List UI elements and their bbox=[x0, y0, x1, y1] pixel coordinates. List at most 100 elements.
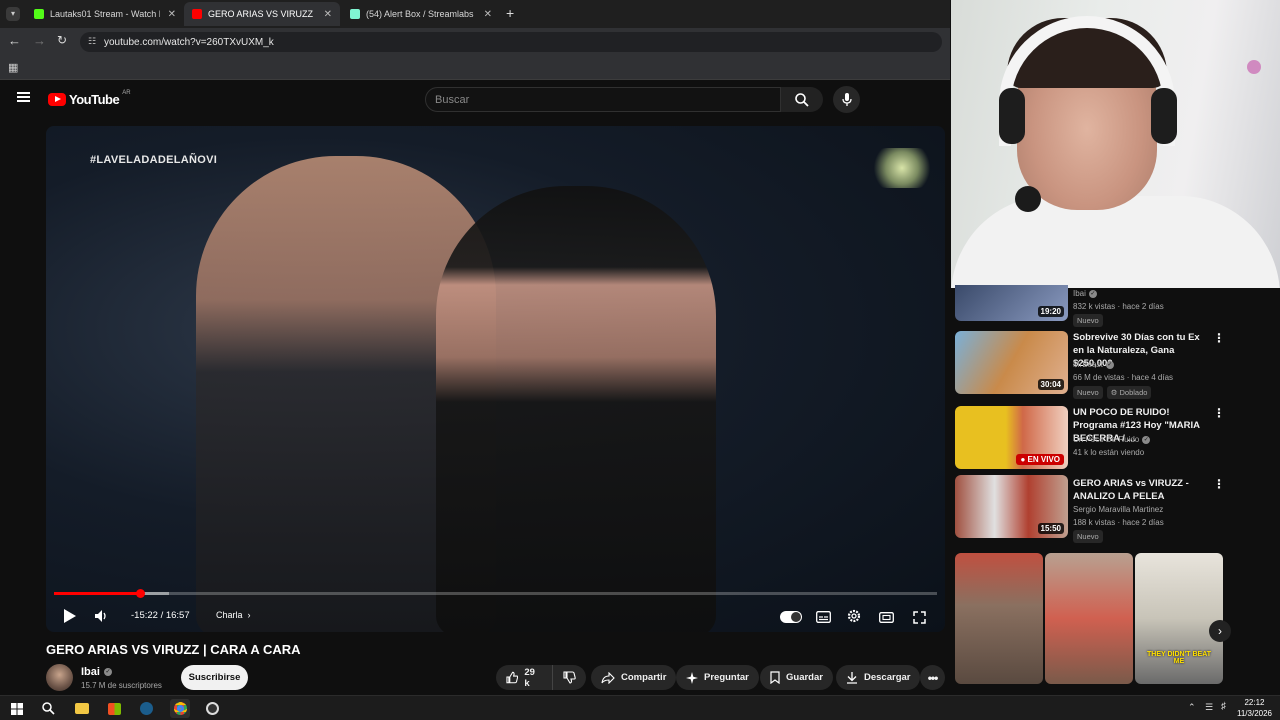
verified-icon: ✓ bbox=[103, 668, 112, 676]
shorts-next-button[interactable]: › bbox=[1209, 620, 1231, 642]
short-caption: THEY DIDN'T BEAT ME bbox=[1146, 651, 1212, 665]
tab-search-button[interactable]: ▾ bbox=[6, 7, 20, 21]
dubbed-label: Doblado bbox=[1119, 388, 1148, 397]
url-field[interactable]: ☷ youtube.com/watch?v=260TXvUXM_k bbox=[80, 32, 942, 52]
download-button[interactable]: Descargar bbox=[836, 665, 921, 690]
fullscreen-button[interactable] bbox=[911, 609, 927, 625]
progress-scrubber[interactable] bbox=[135, 589, 145, 598]
dislike-button[interactable] bbox=[552, 665, 586, 690]
recommendation-channel[interactable]: MrBeast ✓ bbox=[1073, 360, 1114, 369]
settings-button[interactable] bbox=[846, 608, 862, 624]
windows-start-icon[interactable] bbox=[8, 700, 25, 717]
thumbs-up-icon bbox=[506, 671, 519, 684]
bookmarks-bar: ▦ bbox=[0, 56, 950, 80]
channel-name: Ibai bbox=[81, 666, 100, 678]
verified-icon: ✓ bbox=[1088, 289, 1097, 298]
more-vertical-icon[interactable]: ⋮ bbox=[1213, 477, 1225, 491]
ask-button[interactable]: Preguntar bbox=[676, 665, 759, 690]
taskbar-clock[interactable]: 22:12 11/3/2026 bbox=[1237, 697, 1272, 719]
microphone-icon bbox=[841, 92, 852, 106]
duration-badge: 30:04 bbox=[1037, 379, 1064, 390]
voice-search-button[interactable] bbox=[833, 86, 860, 113]
short-thumbnail[interactable]: THEY DIDN'T BEAT ME bbox=[1135, 553, 1223, 684]
chrome-icon[interactable] bbox=[170, 699, 190, 718]
progress-bar[interactable] bbox=[54, 589, 937, 598]
autoplay-toggle[interactable] bbox=[780, 611, 802, 623]
recommendation-item[interactable]: 19:20 Ibai ✓ 832 k vistas · hace 2 días … bbox=[955, 285, 1275, 327]
streamlabs-favicon-icon bbox=[350, 9, 360, 19]
download-label: Descargar bbox=[864, 672, 911, 683]
close-tab-icon[interactable]: ✕ bbox=[168, 9, 176, 20]
channel-avatar[interactable] bbox=[46, 664, 73, 691]
volume-button[interactable] bbox=[93, 608, 109, 624]
more-vertical-icon[interactable]: ⋮ bbox=[1213, 406, 1225, 420]
recommendation-badges: Nuevo ⚙ Doblado bbox=[1073, 386, 1152, 399]
clock-date: 11/3/2026 bbox=[1237, 709, 1272, 718]
webcam-overlay bbox=[951, 0, 1280, 288]
headset-earcup-left bbox=[999, 88, 1025, 144]
search-placeholder: Buscar bbox=[435, 93, 470, 106]
speaker-icon[interactable]: ♯ bbox=[1221, 701, 1226, 712]
reload-icon[interactable]: ↻ bbox=[57, 33, 67, 47]
channel-name: MrBeast bbox=[1073, 360, 1103, 369]
menu-icon[interactable] bbox=[17, 92, 30, 102]
progress-played bbox=[54, 592, 140, 595]
recommendation-thumbnail[interactable]: 19:20 bbox=[955, 285, 1068, 321]
recommendation-meta: 41 k lo están viendo bbox=[1073, 448, 1145, 457]
new-tab-icon[interactable]: + bbox=[506, 5, 514, 21]
save-button[interactable]: Guardar bbox=[760, 665, 833, 690]
obs-icon[interactable] bbox=[204, 700, 221, 717]
apps-grid-icon[interactable]: ▦ bbox=[8, 61, 18, 74]
recommendation-title[interactable]: GERO ARIAS vs VIRUZZ - ANALIZO LA PELEA bbox=[1073, 477, 1211, 503]
recommendation-thumbnail[interactable]: 30:04 bbox=[955, 331, 1068, 394]
recommendation-channel[interactable]: Sergio Maravilla Martinez bbox=[1073, 505, 1163, 514]
browser-tab-youtube[interactable]: GERO ARIAS VS VIRUZZ | CARA ✕ bbox=[184, 2, 340, 26]
short-thumbnail[interactable] bbox=[955, 553, 1043, 684]
subtitles-button[interactable] bbox=[815, 609, 831, 625]
short-thumbnail[interactable] bbox=[1045, 553, 1133, 684]
close-tab-icon[interactable]: ✕ bbox=[324, 9, 332, 20]
video-frame-person-right bbox=[436, 186, 716, 632]
like-button[interactable]: 29 k bbox=[496, 665, 552, 690]
recommendation-thumbnail[interactable]: 15:50 bbox=[955, 475, 1068, 538]
channel-name-link[interactable]: Ibai ✓ bbox=[81, 666, 112, 678]
search-input[interactable]: Buscar bbox=[425, 87, 781, 112]
more-vertical-icon[interactable]: ⋮ bbox=[1213, 331, 1225, 345]
video-player[interactable]: #LAVELADADELAÑOVI -15:22 / 16:57 Charla … bbox=[46, 126, 945, 632]
volume-icon bbox=[95, 610, 106, 622]
recommendation-channel[interactable]: Un Poco De Ruido ✓ bbox=[1073, 435, 1151, 444]
forward-icon[interactable]: → bbox=[33, 33, 46, 48]
recommendation-item[interactable]: 30:04 Sobrevive 30 Días con tu Ex en la … bbox=[955, 331, 1275, 399]
youtube-logo[interactable]: YouTube AR bbox=[48, 90, 131, 107]
file-explorer-icon[interactable] bbox=[73, 700, 90, 717]
windows-taskbar: ⌃ ☰ ♯ 22:12 11/3/2026 bbox=[0, 695, 1280, 720]
system-tray-chevron-icon[interactable]: ⌃ bbox=[1188, 702, 1196, 713]
steam-icon[interactable] bbox=[138, 700, 155, 717]
recommendation-item[interactable]: ● EN VIVO UN POCO DE RUIDO! Programa #12… bbox=[955, 406, 1275, 472]
subscribe-button[interactable]: Suscribirse bbox=[181, 665, 248, 690]
share-button[interactable]: Compartir bbox=[591, 665, 677, 690]
recommendation-item[interactable]: 15:50 GERO ARIAS vs VIRUZZ - ANALIZO LA … bbox=[955, 475, 1275, 543]
play-button[interactable] bbox=[62, 608, 78, 624]
autoplay-knob-icon bbox=[791, 612, 801, 622]
browser-tab-kick[interactable]: Lautaks01 Stream - Watch Live ✕ bbox=[26, 2, 184, 26]
duration-badge: 19:20 bbox=[1037, 306, 1064, 317]
browser-tab-streamlabs[interactable]: (54) Alert Box / Streamlabs ✕ bbox=[342, 2, 500, 26]
chapter-button[interactable]: Charla › bbox=[216, 610, 251, 620]
thumbs-down-icon bbox=[563, 671, 576, 684]
webcam-shirt bbox=[951, 196, 1280, 288]
back-icon[interactable]: ← bbox=[8, 33, 21, 48]
share-icon bbox=[601, 671, 615, 684]
wifi-icon[interactable]: ☰ bbox=[1205, 702, 1213, 713]
site-info-icon[interactable]: ☷ bbox=[88, 36, 96, 47]
search-icon[interactable] bbox=[40, 700, 57, 717]
microsoft-store-icon[interactable] bbox=[106, 700, 123, 717]
search-button[interactable] bbox=[781, 87, 823, 112]
more-actions-button[interactable]: ••• bbox=[920, 665, 945, 690]
verified-icon: ✓ bbox=[1142, 435, 1151, 444]
chevron-right-icon: › bbox=[1218, 624, 1222, 638]
theater-mode-button[interactable] bbox=[878, 609, 894, 625]
close-tab-icon[interactable]: ✕ bbox=[484, 9, 492, 20]
recommendation-thumbnail[interactable]: ● EN VIVO bbox=[955, 406, 1068, 469]
recommendation-channel[interactable]: Ibai ✓ bbox=[1073, 289, 1097, 298]
